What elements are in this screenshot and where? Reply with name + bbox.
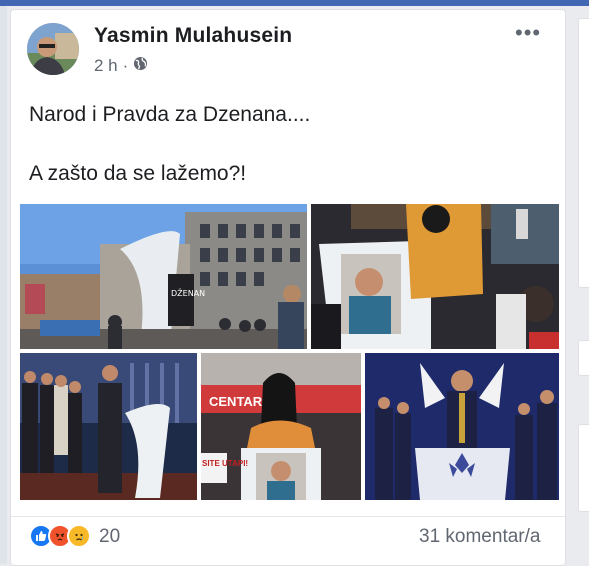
- post-photo-3[interactable]: [20, 353, 197, 500]
- comments-count-link[interactable]: 31 komentar/a: [419, 526, 540, 548]
- right-rail-card: [578, 18, 589, 288]
- post-meta: 2 h ·: [94, 56, 148, 76]
- sad-icon: [67, 524, 91, 548]
- more-dots-icon[interactable]: •••: [515, 20, 541, 46]
- footer-divider: [11, 516, 565, 517]
- right-rail-card: [578, 424, 589, 512]
- post-text-line-1: Narod i Pravda za Dzenana....: [29, 103, 311, 126]
- post-author-name[interactable]: Yasmin Mulahusein: [94, 24, 292, 48]
- post-photo-4[interactable]: CENTAR SITE UTAPI!: [201, 353, 361, 500]
- right-rail-card: [578, 340, 589, 376]
- post-photo-5[interactable]: [365, 353, 559, 500]
- post-card: Yasmin Mulahusein 2 h · ••• Narod i Prav…: [10, 9, 566, 566]
- left-column-edge: [0, 6, 7, 564]
- post-text-line-2: A zašto da se lažemo?!: [29, 162, 247, 185]
- reaction-icons[interactable]: [29, 524, 91, 548]
- post-timestamp[interactable]: 2 h: [94, 56, 118, 76]
- sign-text: CENTAR: [209, 394, 263, 409]
- top-nav-bar: [0, 0, 589, 6]
- post-photo-1[interactable]: DŽENAN: [20, 204, 307, 349]
- globe-icon[interactable]: [133, 56, 148, 76]
- reaction-count[interactable]: 20: [99, 526, 120, 548]
- avatar[interactable]: [27, 23, 79, 75]
- meta-separator: ·: [122, 56, 129, 75]
- sign-text: SITE UTAPI!: [202, 459, 248, 468]
- post-photo-2[interactable]: [311, 204, 559, 349]
- screen-text: DŽENAN: [171, 287, 205, 298]
